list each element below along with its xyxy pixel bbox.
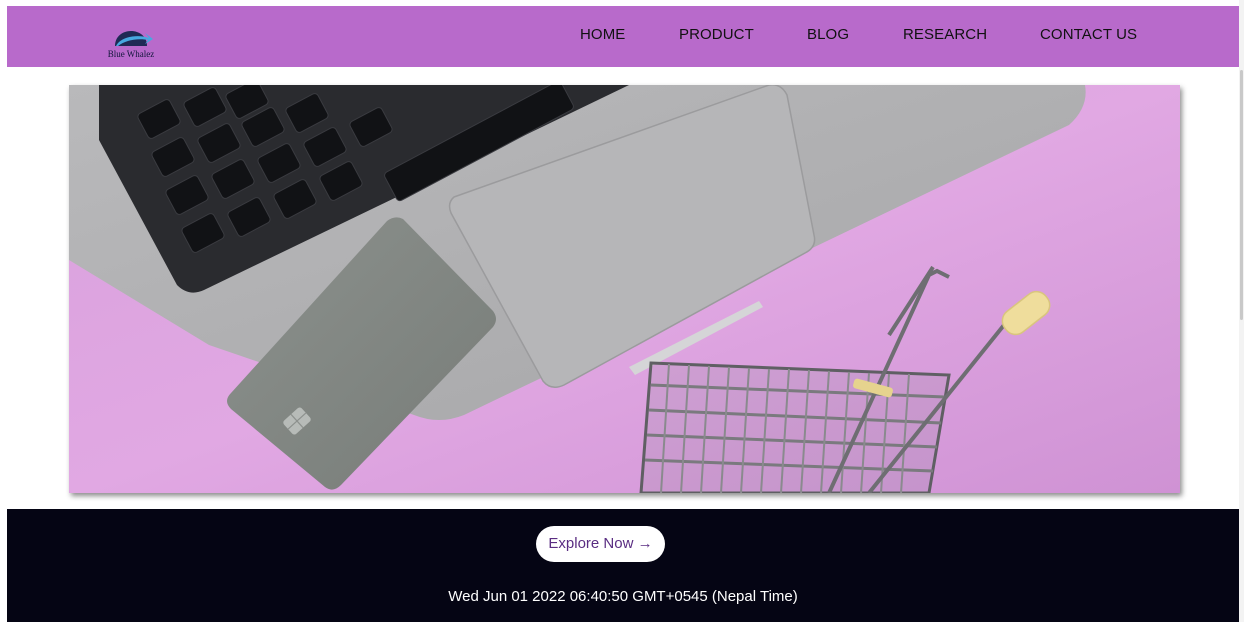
top-navbar: Blue Whalez HOME PRODUCT BLOG RESEARCH C… [7,6,1239,67]
nav-link-contact-us[interactable]: CONTACT US [1040,26,1137,43]
brand-name: Blue Whalez [107,49,155,59]
nav-link-product[interactable]: PRODUCT [679,26,754,43]
whale-arch-icon [115,31,153,46]
current-datetime: Wed Jun 01 2022 06:40:50 GMT+0545 (Nepal… [448,588,798,605]
nav-link-blog[interactable]: BLOG [807,26,849,43]
page: Blue Whalez HOME PRODUCT BLOG RESEARCH C… [0,0,1244,622]
brand-logo[interactable]: Blue Whalez [91,14,171,62]
scrollbar-thumb[interactable] [1240,70,1243,320]
footer-band: Explore Now → Wed Jun 01 2022 06:40:50 G… [7,509,1239,622]
hero-image [69,85,1180,493]
nav-link-research[interactable]: RESEARCH [903,26,987,43]
nav-link-home[interactable]: HOME [580,26,625,43]
explore-now-button[interactable]: Explore Now → [536,526,665,562]
